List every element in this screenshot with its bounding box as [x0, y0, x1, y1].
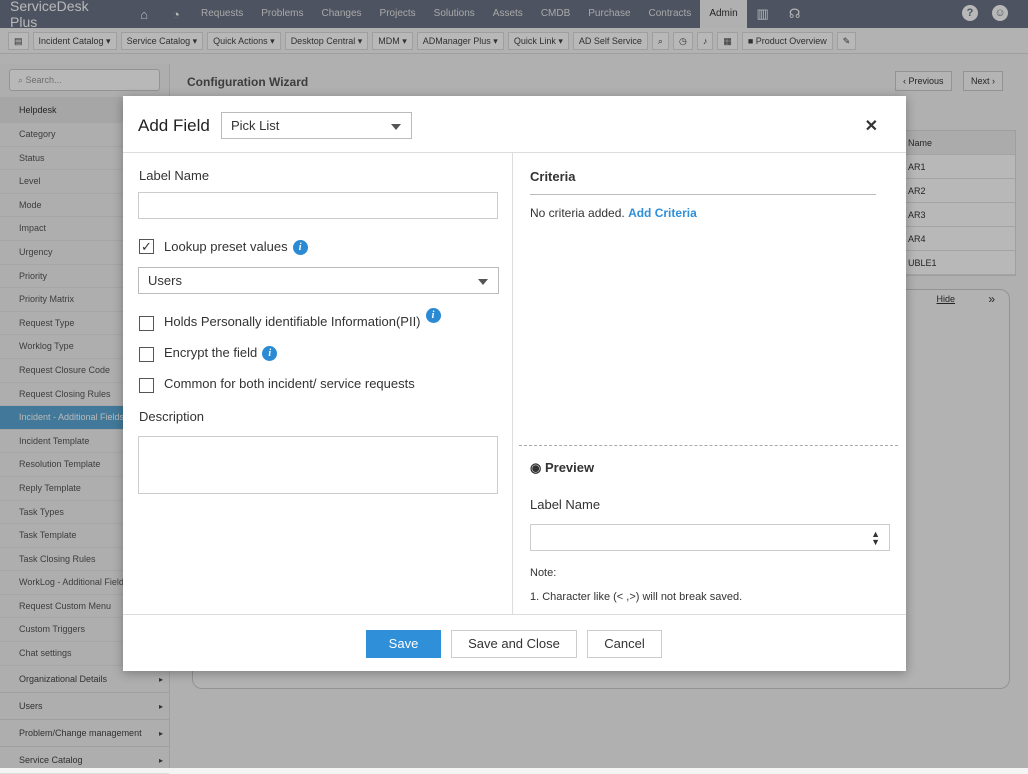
close-icon[interactable]: ✕ [865, 116, 878, 136]
lookup-select[interactable]: Users [138, 267, 499, 294]
lookup-checkbox[interactable]: ✓ [139, 239, 154, 254]
info-icon[interactable]: i [292, 240, 308, 256]
common-label: Common for both incident/ service reques… [164, 376, 415, 391]
pii-checkbox[interactable] [139, 316, 154, 331]
divider [519, 445, 898, 446]
pii-label: Holds Personally identifiable Informatio… [164, 308, 441, 329]
preview-select[interactable]: ▲ ▼ [530, 524, 890, 551]
description-textarea[interactable] [138, 436, 498, 494]
save-button[interactable]: Save [366, 630, 441, 658]
info-icon[interactable]: i [425, 308, 441, 323]
field-type-value: Pick List [231, 118, 280, 133]
encrypt-checkbox[interactable] [139, 347, 154, 362]
add-field-dialog: Add Field Pick List ✕ Label Name ✓ Looku… [123, 96, 906, 671]
info-icon[interactable]: i [262, 346, 278, 362]
description-label: Description [139, 409, 205, 424]
dialog-title: Add Field [138, 116, 210, 135]
preview-title: Preview [544, 460, 595, 475]
save-and-close-button[interactable]: Save and Close [451, 630, 577, 658]
note-text: 1. Character like (< ,>) will not break … [530, 591, 743, 603]
field-type-select[interactable]: Pick List [221, 112, 412, 139]
add-criteria-link[interactable]: Add Criteria [628, 206, 697, 220]
field-settings: Label Name ✓ Lookup preset values i Users… [123, 153, 513, 614]
label-name-label: Label Name [139, 168, 210, 183]
no-criteria-text: No criteria added. [530, 206, 625, 220]
cancel-button[interactable]: Cancel [587, 630, 662, 658]
lookup-label: Lookup preset values i [164, 239, 308, 256]
eye-icon: ◉ [530, 460, 542, 475]
dialog-footer: Save Save and Close Cancel [123, 614, 906, 671]
note-label: Note: [530, 567, 557, 579]
label-name-input[interactable] [138, 192, 498, 219]
encrypt-text: Encrypt the field [164, 345, 258, 360]
criteria-title: Criteria [530, 169, 576, 184]
pii-text: Holds Personally identifiable Informatio… [164, 314, 421, 329]
preview-label: Label Name [530, 497, 601, 512]
common-checkbox[interactable] [139, 378, 154, 393]
encrypt-label: Encrypt the field i [164, 345, 278, 362]
lookup-text: Lookup preset values [164, 239, 288, 254]
lookup-value: Users [148, 273, 182, 288]
updown-icon: ▲ ▼ [871, 529, 880, 547]
